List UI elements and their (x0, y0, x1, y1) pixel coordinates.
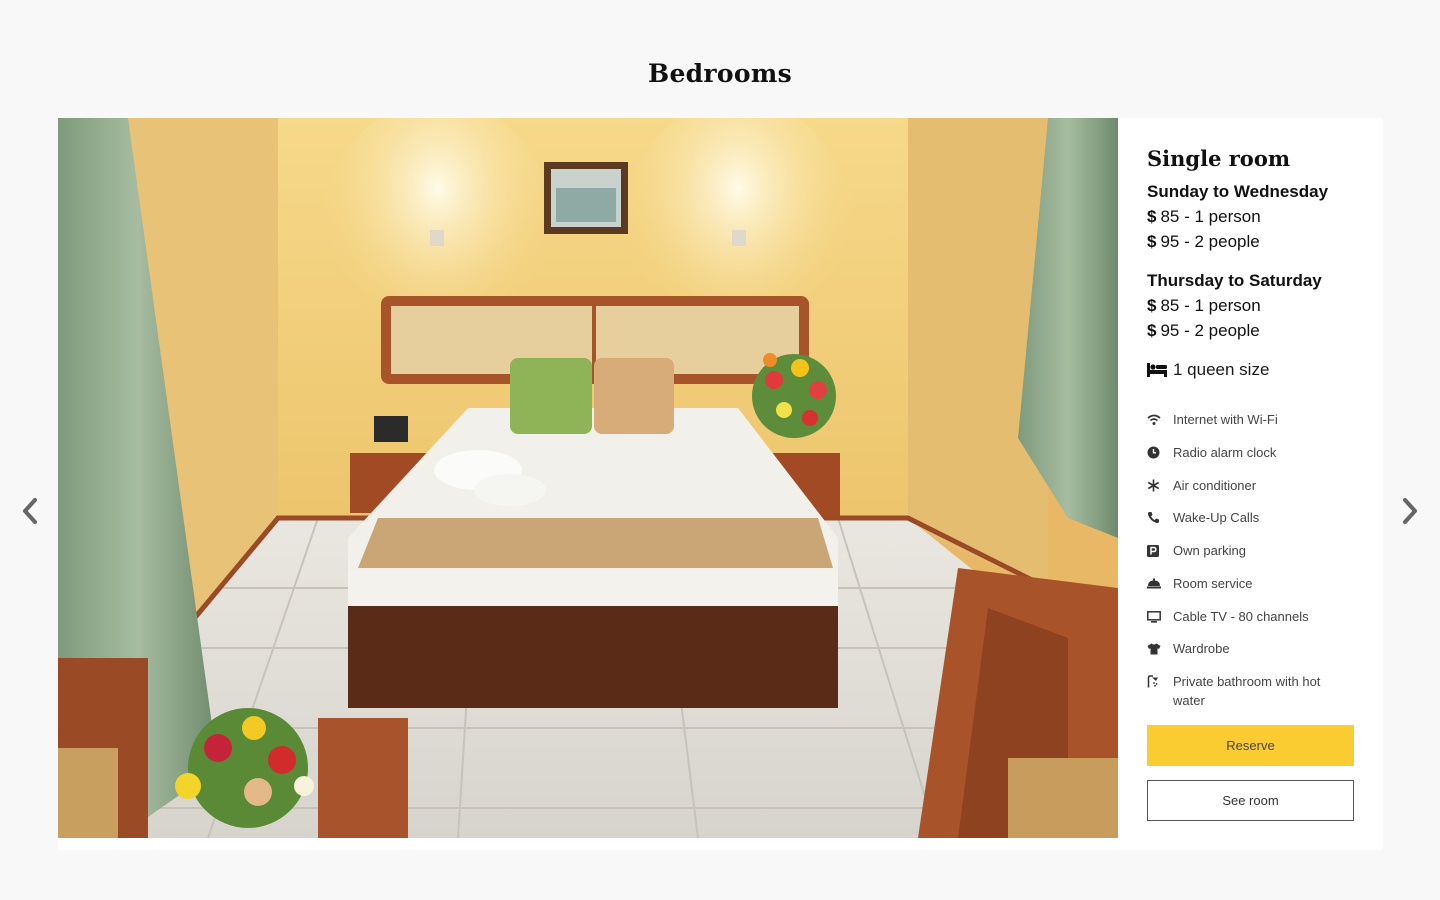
amenity-item: Air conditioner (1147, 476, 1355, 495)
room-card: Single room Sunday to Wednesday $85 - 1 … (58, 118, 1383, 850)
amenity-label: Radio alarm clock (1173, 445, 1277, 460)
chevron-right-icon (1403, 498, 1417, 524)
amenity-label: Internet with Wi-Fi (1173, 412, 1278, 427)
amenity-item: Room service (1147, 574, 1355, 593)
room-name: Single room (1147, 146, 1291, 171)
rate-price: $95 - 2 people (1147, 232, 1260, 252)
phone-icon (1147, 512, 1159, 524)
amenity-label: Cable TV - 80 channels (1173, 609, 1309, 624)
previous-slide-button[interactable] (14, 494, 46, 528)
currency-symbol: $ (1147, 321, 1157, 340)
rate-price: $85 - 1 person (1147, 296, 1261, 316)
shirt-icon (1147, 643, 1161, 654)
amenity-item: Cable TV - 80 channels (1147, 607, 1355, 626)
tv-icon (1147, 610, 1161, 623)
amenity-label: Wardrobe (1173, 641, 1230, 656)
bed-icon (1147, 363, 1167, 377)
amenity-item: Own parking (1147, 541, 1355, 560)
rate-price-text: 85 - 1 person (1160, 296, 1261, 315)
rate-price-text: 95 - 2 people (1160, 232, 1260, 251)
amenity-label: Air conditioner (1173, 478, 1257, 493)
amenity-label: Private bathroom with hot water (1173, 674, 1321, 708)
reserve-button[interactable]: Reserve (1147, 725, 1354, 766)
rate-period-heading: Thursday to Saturday (1147, 271, 1322, 290)
wifi-icon (1147, 414, 1161, 425)
clock-icon (1147, 446, 1160, 459)
see-room-button[interactable]: See room (1147, 780, 1354, 821)
currency-symbol: $ (1147, 296, 1157, 315)
amenity-label: Room service (1173, 576, 1253, 591)
page-title: Bedrooms (648, 58, 792, 88)
rate-period-heading: Sunday to Wednesday (1147, 182, 1329, 201)
amenity-item: Internet with Wi-Fi (1147, 410, 1355, 429)
bed-info: 1 queen size (1147, 360, 1269, 380)
amenity-label: Own parking (1173, 543, 1246, 558)
next-slide-button[interactable] (1394, 494, 1426, 528)
amenity-item: Radio alarm clock (1147, 443, 1355, 462)
amenity-item: Private bathroom with hot water (1147, 672, 1355, 710)
snowflake-icon (1147, 479, 1160, 492)
parking-icon (1147, 544, 1159, 557)
room-service-icon (1147, 578, 1161, 589)
currency-symbol: $ (1147, 232, 1157, 251)
currency-symbol: $ (1147, 207, 1157, 226)
shower-icon (1147, 675, 1158, 688)
rate-price-text: 85 - 1 person (1160, 207, 1261, 226)
bed-text: 1 queen size (1173, 360, 1270, 379)
chevron-left-icon (23, 498, 37, 524)
rate-price-text: 95 - 2 people (1160, 321, 1260, 340)
amenity-label: Wake-Up Calls (1173, 510, 1260, 525)
room-photo (58, 118, 1118, 838)
amenity-item: Wardrobe (1147, 639, 1355, 658)
rate-price: $85 - 1 person (1147, 207, 1261, 227)
rate-price: $95 - 2 people (1147, 321, 1260, 341)
amenity-item: Wake-Up Calls (1147, 508, 1355, 527)
